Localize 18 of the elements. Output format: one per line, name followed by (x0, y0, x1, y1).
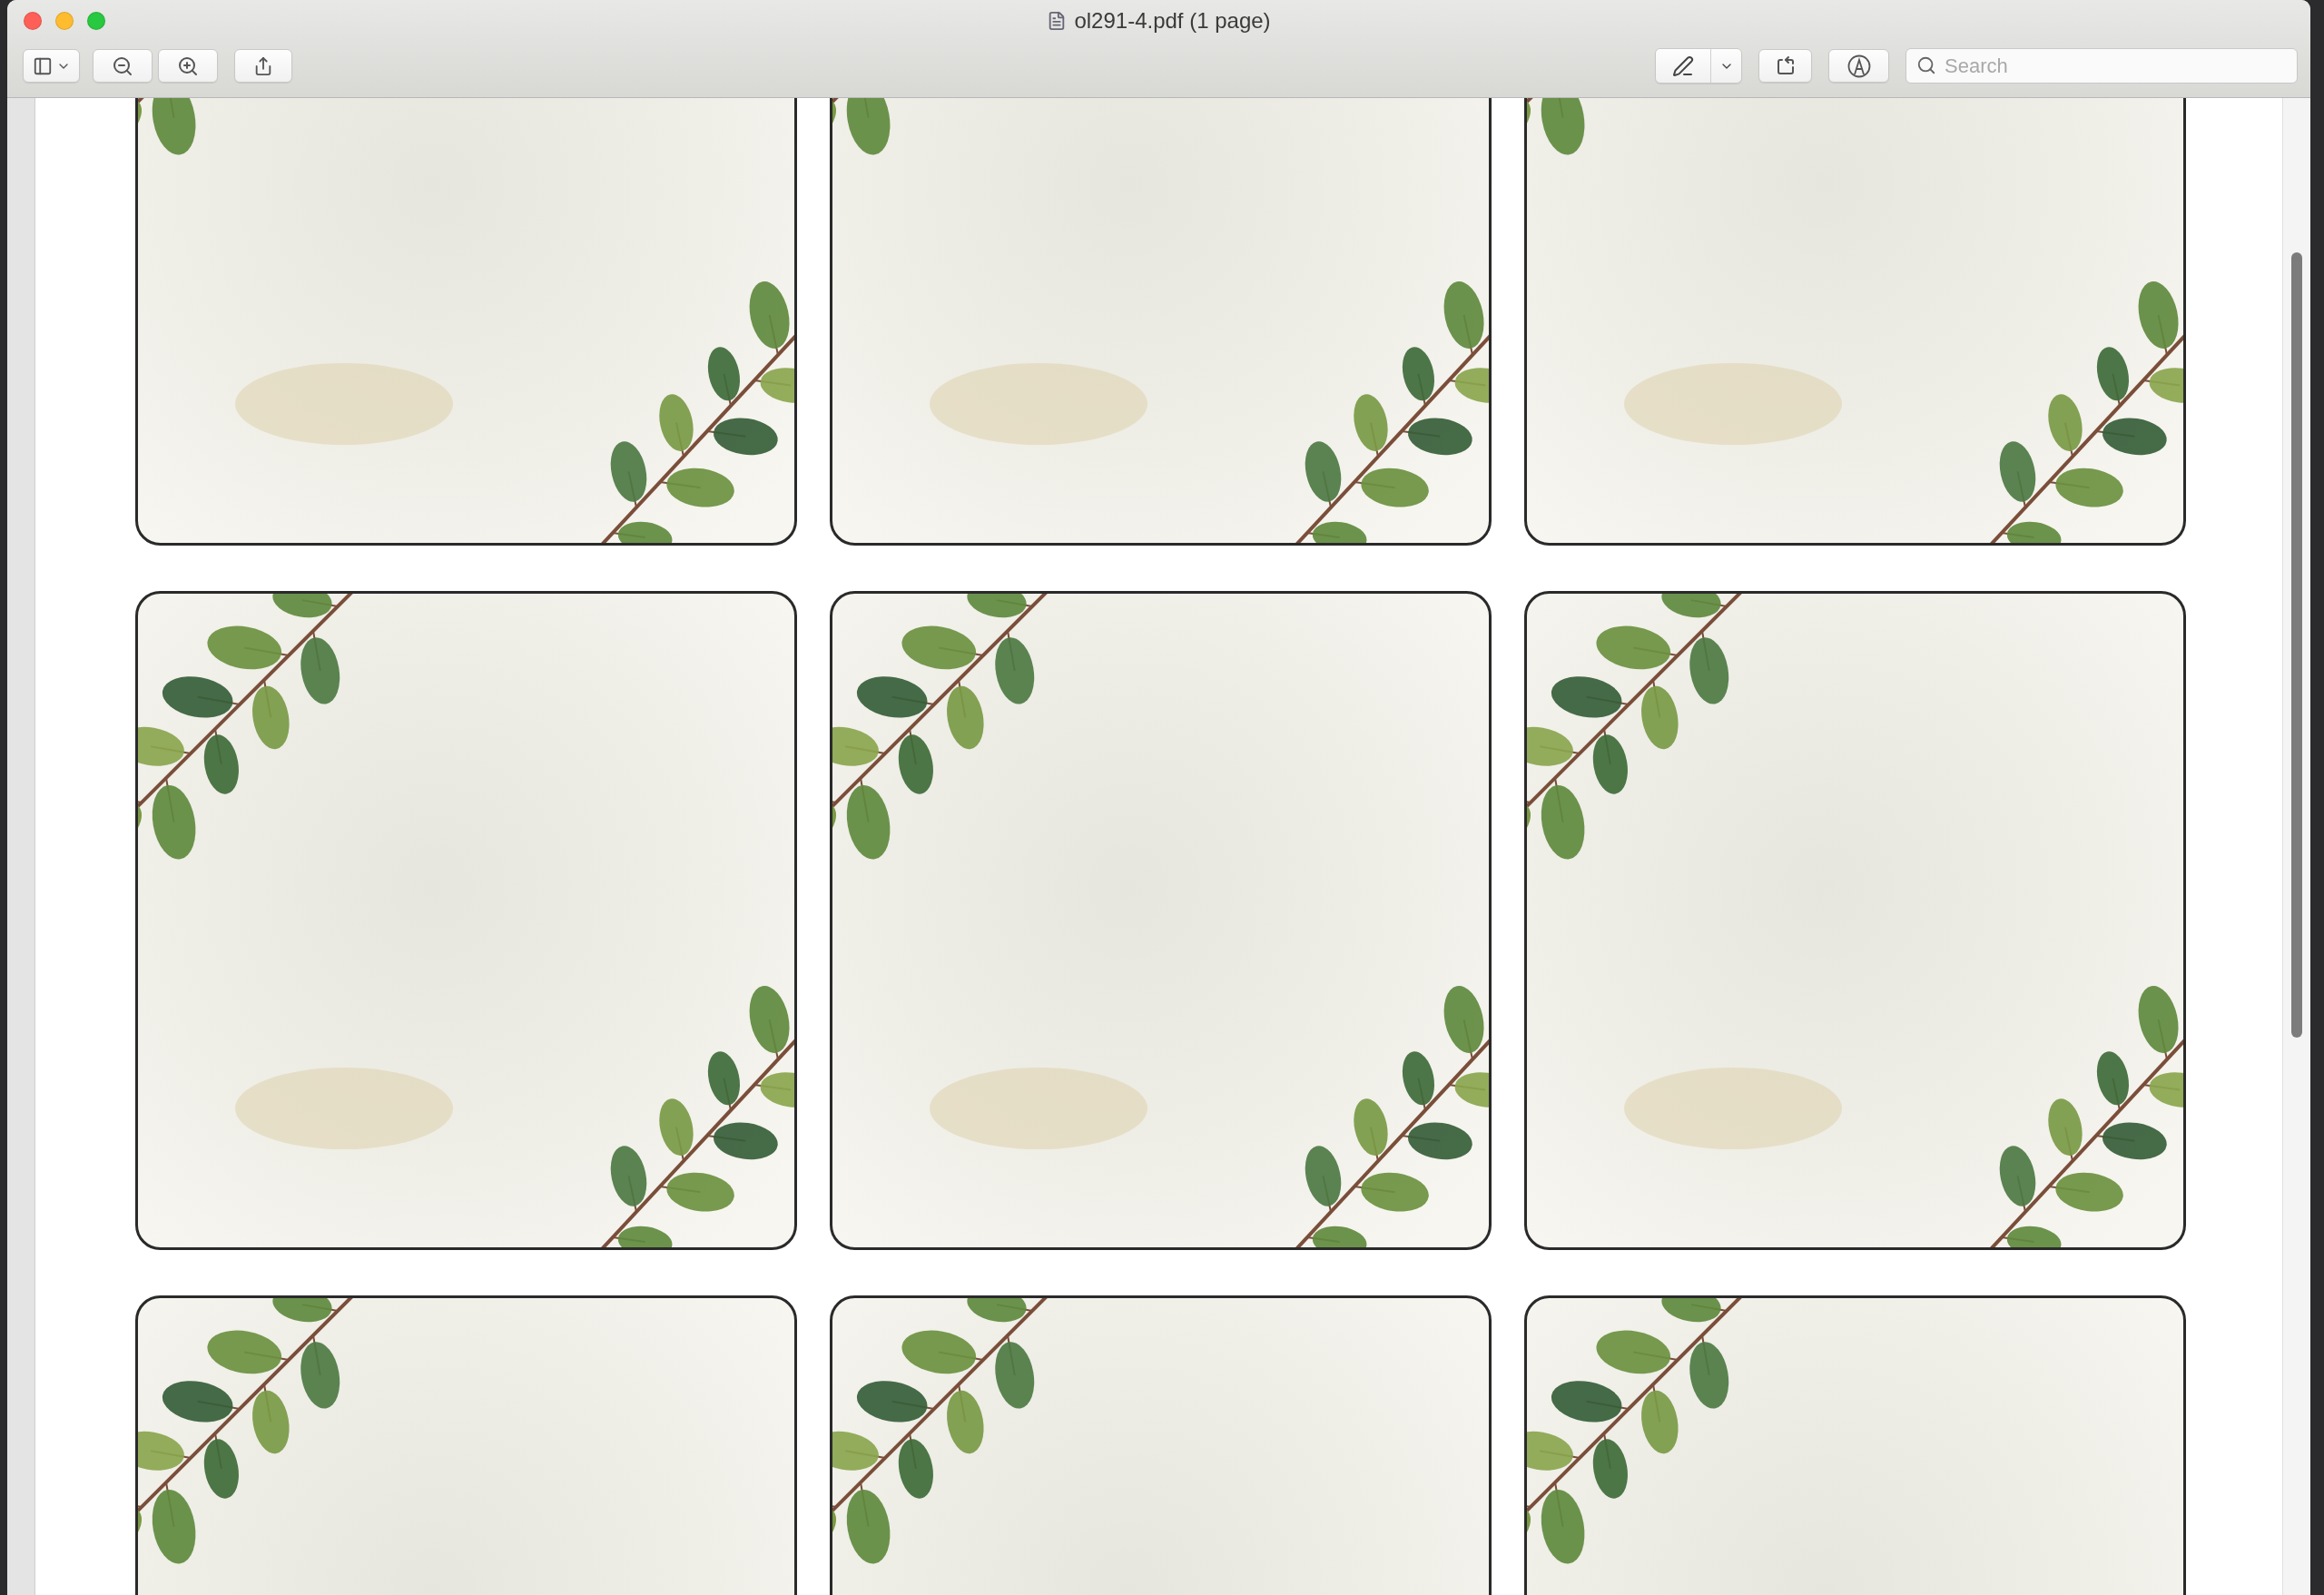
zoom-in-button[interactable] (158, 49, 218, 83)
sidebar-icon (32, 55, 53, 76)
rotate-button[interactable] (1758, 49, 1812, 83)
pen-tip-circle-icon (1846, 54, 1871, 78)
search-icon (1916, 55, 1936, 75)
share-icon (253, 55, 273, 76)
markup-button[interactable] (1828, 49, 1889, 83)
search-field[interactable]: Search (1905, 48, 2298, 84)
zoom-out-icon (112, 54, 133, 77)
pen-icon (1672, 54, 1694, 77)
close-button[interactable] (24, 12, 42, 30)
zoom-out-button[interactable] (93, 49, 153, 83)
sidebar-toggle-button[interactable] (23, 49, 80, 83)
markup-pen-button[interactable] (1656, 49, 1710, 83)
zoom-in-icon (177, 54, 199, 77)
window-title: ol291-4.pdf (1 page) (1074, 8, 1271, 34)
share-button[interactable] (234, 49, 292, 83)
scrollbar-thumb[interactable] (2291, 252, 2302, 1038)
